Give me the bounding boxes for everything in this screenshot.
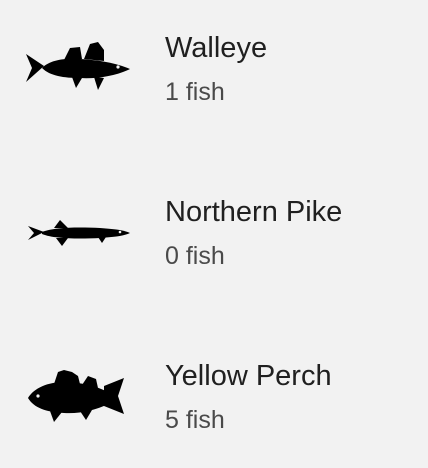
yellow-perch-icon [24, 366, 134, 428]
list-item-walleye[interactable]: Walleye 1 fish [0, 16, 428, 126]
walleye-icon [24, 38, 134, 100]
species-name: Northern Pike [165, 196, 343, 228]
species-name: Walleye [165, 32, 268, 64]
fish-count: 1 fish [165, 78, 225, 106]
fish-count: 5 fish [165, 406, 225, 434]
species-name: Yellow Perch [165, 360, 332, 392]
list-item-northern-pike[interactable]: Northern Pike 0 fish [0, 180, 428, 290]
northern-pike-icon [24, 202, 134, 264]
fish-count: 0 fish [165, 242, 225, 270]
fish-species-list: Walleye 1 fish Northern Pike 0 fish Yell… [0, 0, 428, 468]
list-item-yellow-perch[interactable]: Yellow Perch 5 fish [0, 344, 428, 454]
